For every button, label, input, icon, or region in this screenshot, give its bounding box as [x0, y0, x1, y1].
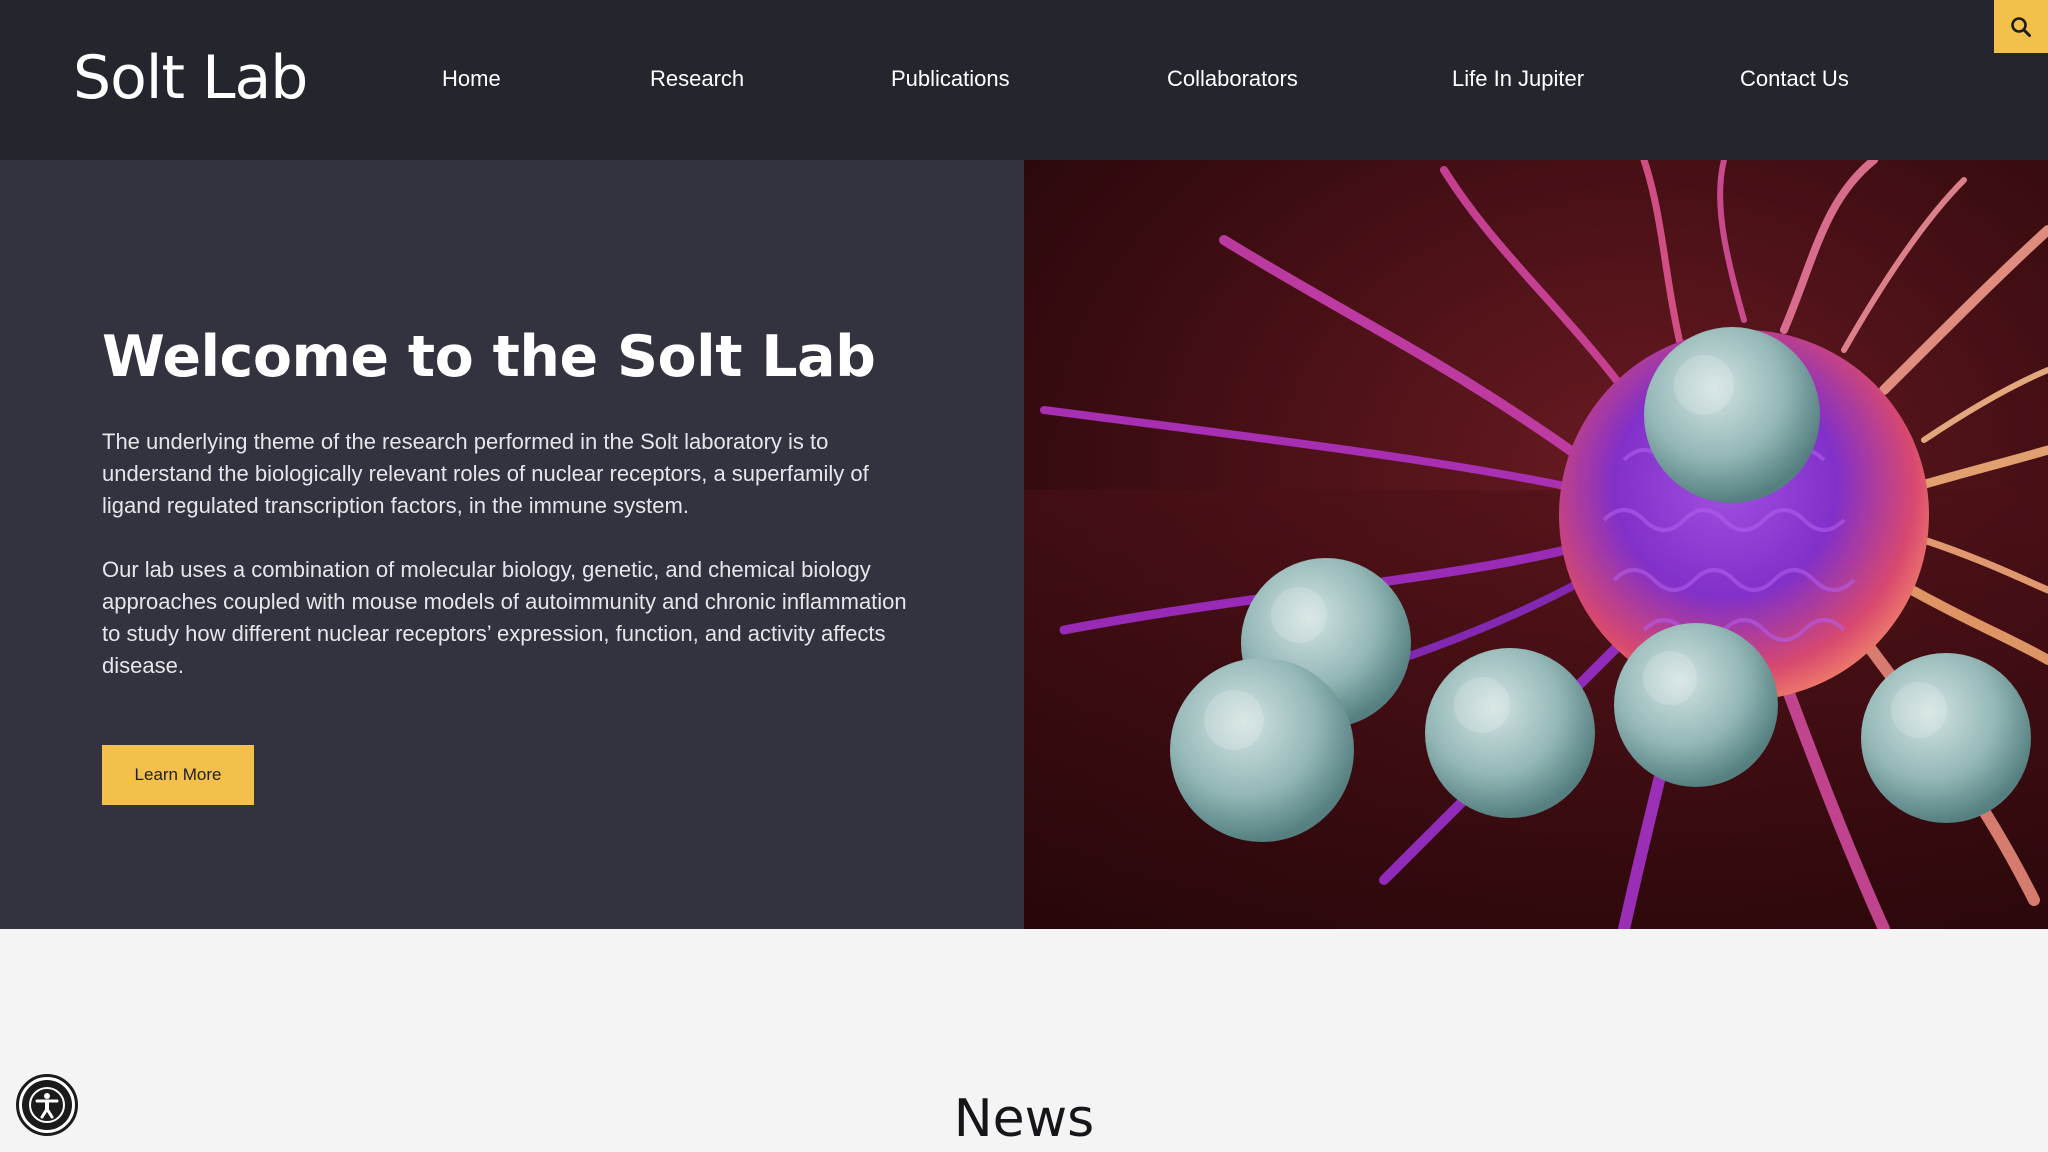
nav-item-publications[interactable]: Publications	[891, 64, 1010, 94]
nav-item-home[interactable]: Home	[442, 64, 501, 94]
hero-title: Welcome to the Solt Lab	[102, 324, 876, 390]
search-icon	[2011, 16, 2031, 37]
news-section: News	[0, 929, 2048, 1152]
hero-text-panel	[0, 160, 1024, 929]
hero-paragraph-2: Our lab uses a combination of molecular …	[102, 557, 907, 678]
site-header: Solt Lab Home Research Publications Coll…	[0, 0, 2048, 160]
nav-item-collaborators[interactable]: Collaborators	[1167, 64, 1298, 94]
hero-paragraph-1: The underlying theme of the research per…	[102, 429, 869, 518]
nav-item-research[interactable]: Research	[650, 64, 744, 94]
accessibility-icon	[29, 1087, 65, 1123]
news-title: News	[953, 1089, 1095, 1149]
nav-item-contact-us[interactable]: Contact Us	[1740, 64, 1849, 94]
accessibility-button[interactable]	[16, 1074, 78, 1136]
search-button[interactable]	[1994, 0, 2048, 53]
learn-more-button[interactable]: Learn More	[102, 745, 254, 805]
nav-item-life-in-jupiter[interactable]: Life In Jupiter	[1452, 64, 1584, 94]
hero-image	[1024, 160, 2048, 929]
main-nav: Home Research Publications Collaborators…	[0, 0, 2048, 160]
